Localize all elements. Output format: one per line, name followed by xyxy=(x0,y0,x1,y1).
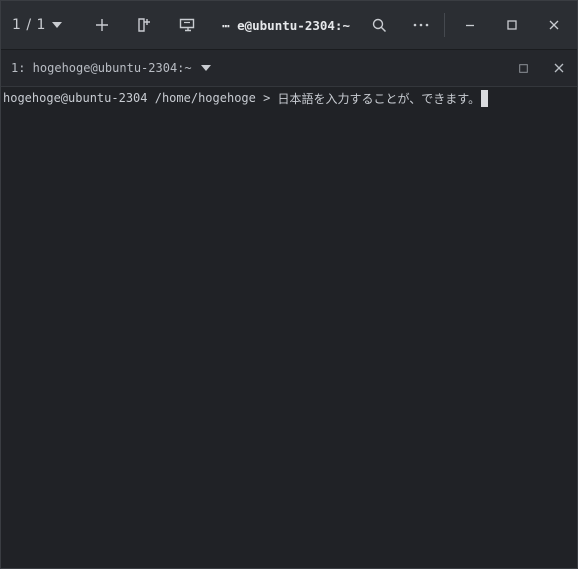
terminal-selector[interactable]: 1 / 1 xyxy=(7,1,67,49)
terminal-tab-bar: 1: hogehoge@ubuntu-2304:~ xyxy=(1,50,577,87)
maximize-pane-icon xyxy=(518,63,528,73)
terminal-line: hogehoge@ubuntu-2304 /home/hogehoge > 日本… xyxy=(3,89,489,107)
titlebar: 1 / 1 ⋯ e@ubuntu-2304:~ xyxy=(1,1,577,50)
broadcast-input-button[interactable] xyxy=(174,1,200,49)
terminal-output[interactable]: hogehoge@ubuntu-2304 /home/hogehoge > 日本… xyxy=(1,87,577,568)
search-icon xyxy=(372,18,386,32)
minimize-button[interactable] xyxy=(457,1,483,49)
broadcast-icon xyxy=(179,18,195,32)
plus-icon xyxy=(96,19,108,31)
titlebar-separator xyxy=(444,13,445,37)
window-title: ⋯ e@ubuntu-2304:~ xyxy=(222,17,350,33)
maximize-button[interactable] xyxy=(499,1,525,49)
close-icon xyxy=(549,20,559,30)
close-pane-button[interactable] xyxy=(547,50,571,86)
command-input: 日本語を入力することが、できます。 xyxy=(277,91,481,106)
maximize-pane-button[interactable] xyxy=(511,50,535,86)
maximize-icon xyxy=(507,20,517,30)
close-icon xyxy=(554,63,564,73)
ellipsis-icon xyxy=(413,23,429,27)
menu-button[interactable] xyxy=(408,1,434,49)
new-terminal-button[interactable] xyxy=(89,1,115,49)
split-terminal-button[interactable] xyxy=(131,1,157,49)
split-icon xyxy=(138,18,150,32)
chevron-down-icon[interactable] xyxy=(200,65,211,71)
close-button[interactable] xyxy=(541,1,567,49)
shell-prompt: hogehoge@ubuntu-2304 /home/hogehoge > xyxy=(3,91,278,105)
terminal-window: 1 / 1 ⋯ e@ubuntu-2304:~ 1: hogehoge@ubun… xyxy=(0,0,578,569)
search-button[interactable] xyxy=(366,1,392,49)
minimize-icon xyxy=(466,24,474,27)
text-cursor xyxy=(481,89,489,107)
terminal-tab[interactable]: 1: hogehoge@ubuntu-2304:~ xyxy=(11,50,211,86)
terminal-tab-label: 1: hogehoge@ubuntu-2304:~ xyxy=(11,61,192,75)
chevron-down-icon xyxy=(51,22,62,28)
terminal-counter: 1 / 1 xyxy=(12,17,46,33)
